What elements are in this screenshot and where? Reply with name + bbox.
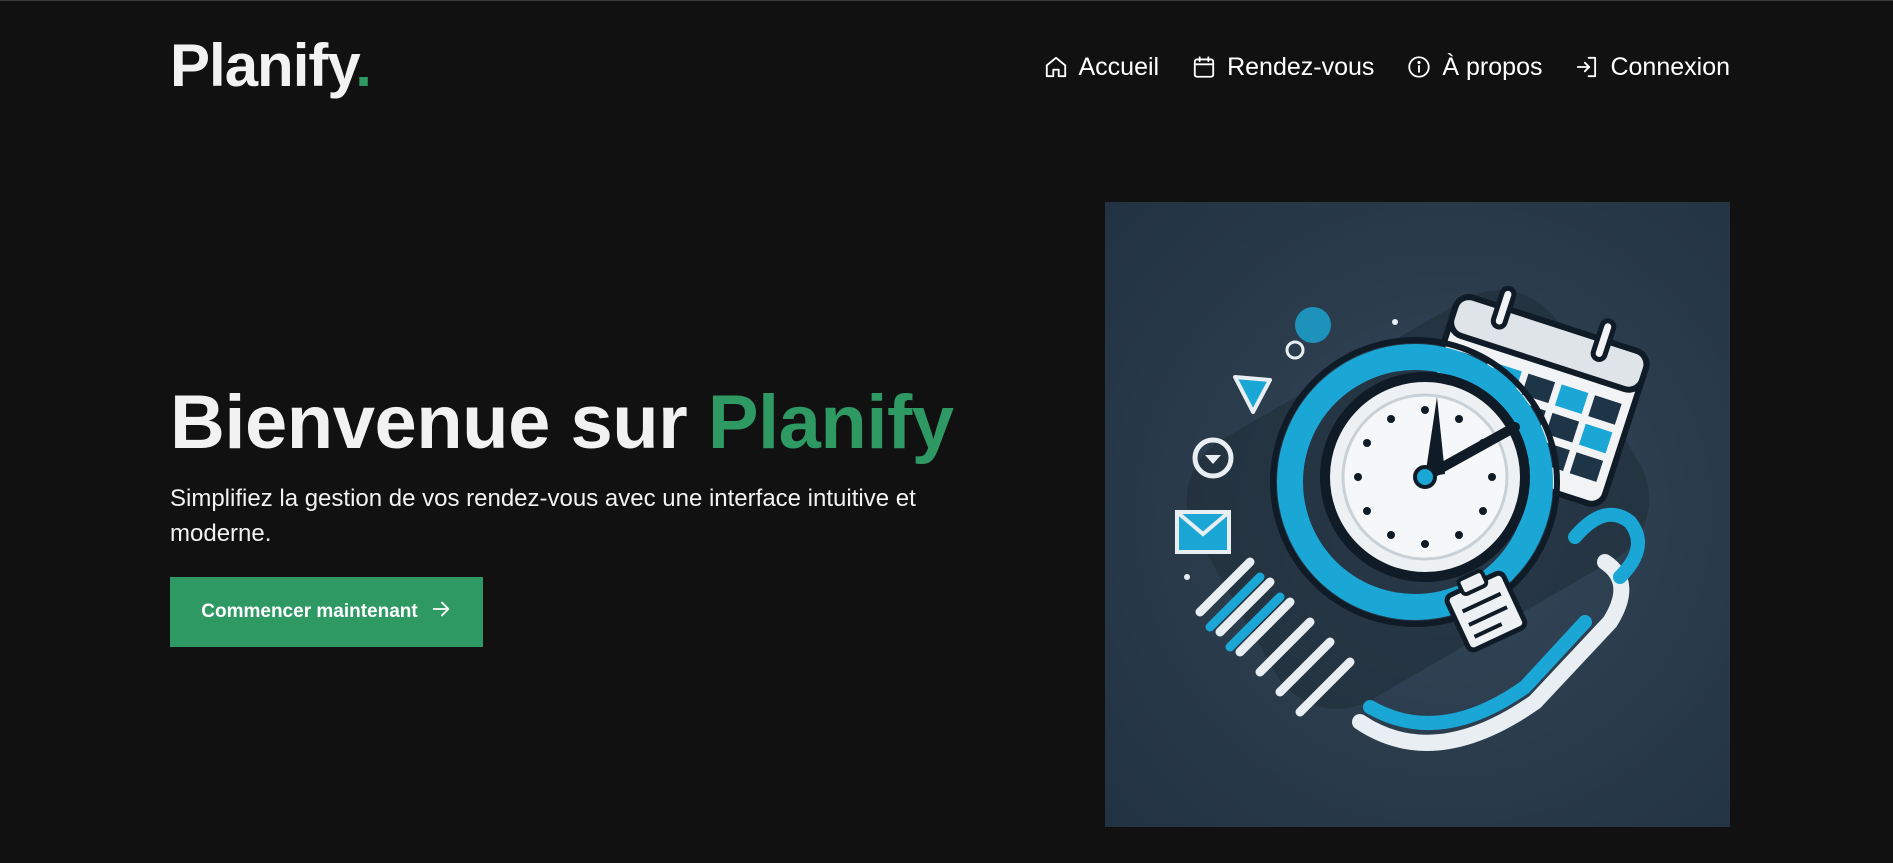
cta-label: Commencer maintenant <box>201 601 418 622</box>
nav-item-rendez-vous[interactable]: Rendez-vous <box>1191 53 1374 82</box>
nav-item-accueil[interactable]: Accueil <box>1043 52 1160 82</box>
calendar-icon <box>1191 54 1217 80</box>
start-now-button[interactable]: Commencer maintenant <box>170 577 483 647</box>
page: Planify. Accueil Rendez-vous À propos Co… <box>0 0 1893 863</box>
nav-item-label: À propos <box>1442 52 1543 81</box>
hero-section: Bienvenue sur Planify Simplifiez la gest… <box>170 381 970 551</box>
login-icon <box>1574 54 1600 80</box>
hero-title-prefix: Bienvenue sur <box>170 380 708 465</box>
hero-illustration <box>1105 202 1730 827</box>
nav-item-label: Accueil <box>1078 52 1160 81</box>
brand-name: Planify <box>170 32 356 99</box>
hero-subtitle: Simplifiez la gestion de vos rendez-vous… <box>170 484 916 547</box>
nav-item-label: Connexion <box>1610 52 1730 81</box>
hero-title-accent: Planify <box>707 380 954 465</box>
site-header: Planify. Accueil Rendez-vous À propos Co… <box>170 31 1730 101</box>
nav-item-connexion[interactable]: Connexion <box>1574 53 1730 82</box>
main-nav: Accueil Rendez-vous À propos Connexion <box>1043 52 1730 82</box>
home-icon <box>1043 54 1069 80</box>
brand-logo[interactable]: Planify. <box>170 36 372 96</box>
info-icon <box>1406 54 1432 80</box>
nav-item-label: Rendez-vous <box>1227 52 1375 81</box>
hero-title: Bienvenue sur Planify <box>170 381 970 465</box>
clock-calendar-illustration <box>1175 285 1650 751</box>
arrow-right-icon <box>430 598 452 626</box>
nav-item-a-propos[interactable]: À propos <box>1406 53 1542 82</box>
brand-dot: . <box>355 32 372 99</box>
